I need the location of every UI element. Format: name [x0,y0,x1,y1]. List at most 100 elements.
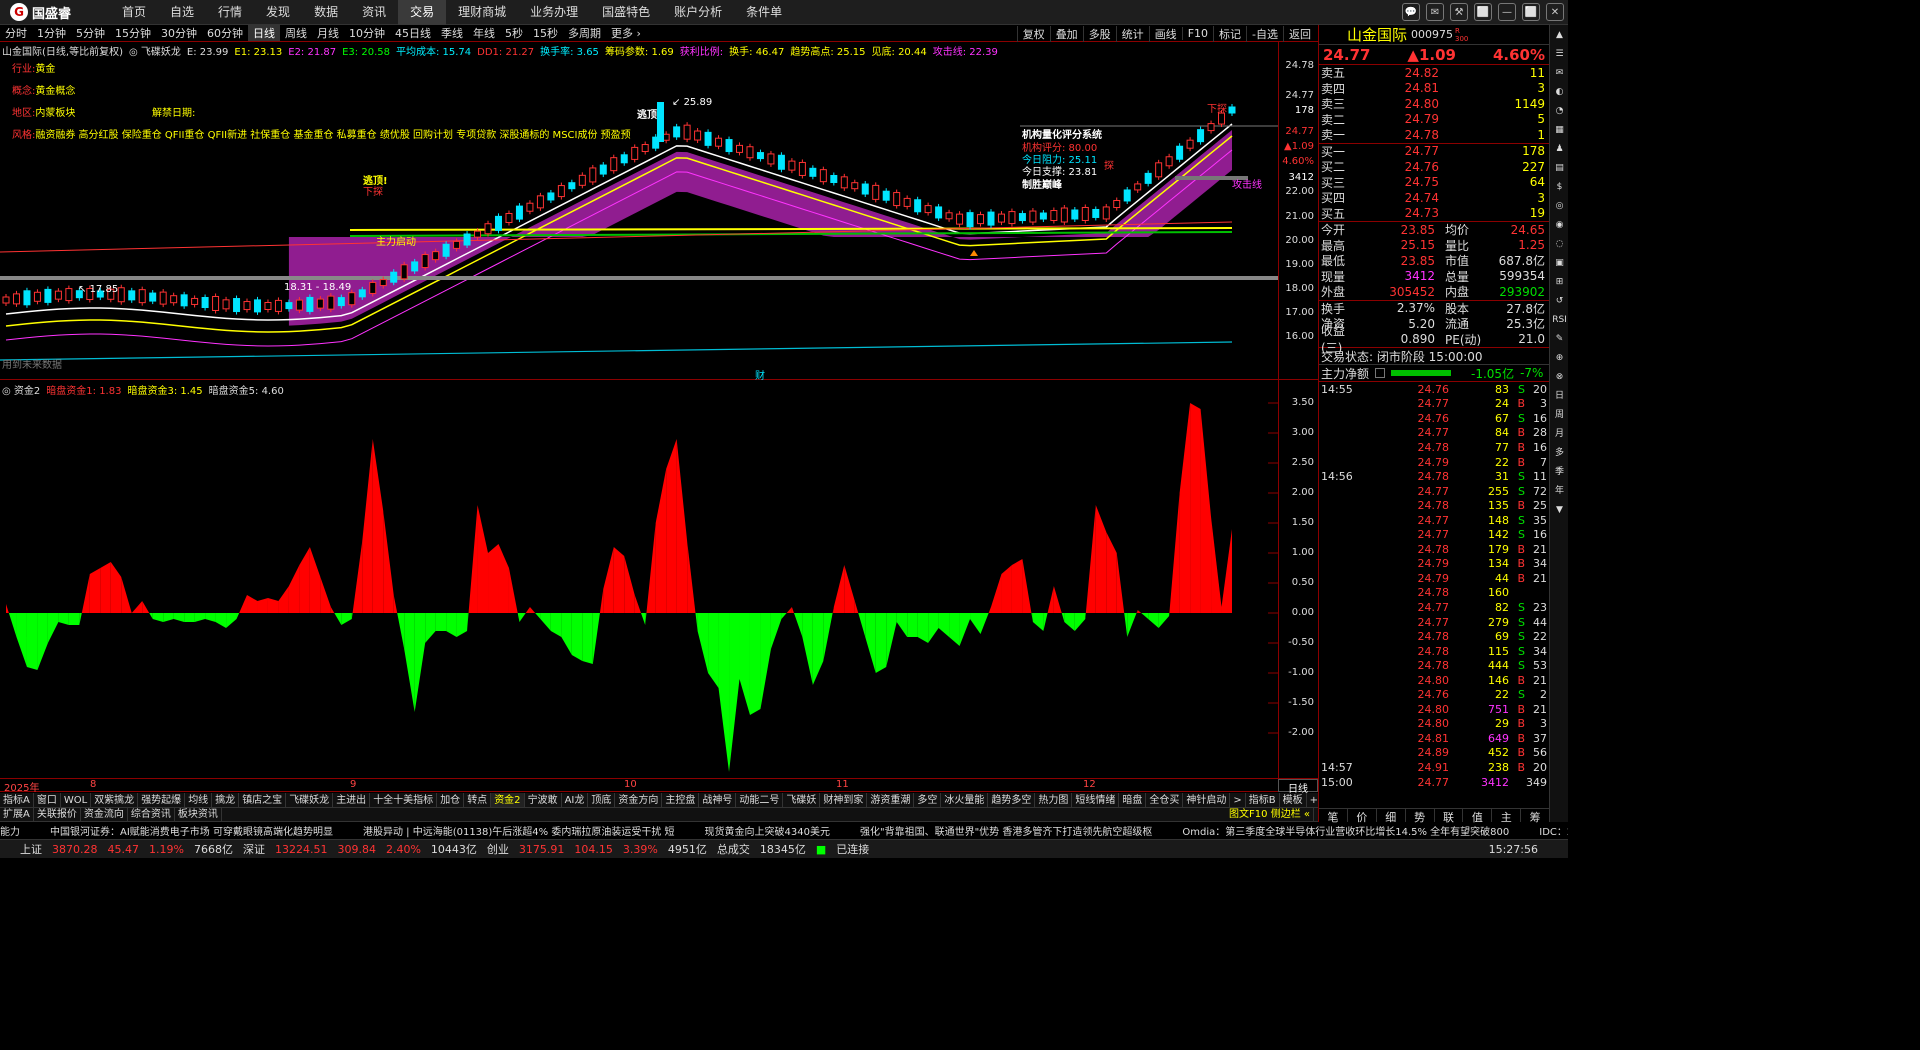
news-item-4[interactable]: 强化"背靠祖国、联通世界"优势 香港多管齐下打造领先航空超级枢 [860,823,1152,838]
sz-label[interactable]: 深证 [243,841,265,857]
extension-tab-1[interactable]: 关联报价 [34,808,81,821]
quote-tab-6[interactable]: 主 [1492,809,1522,824]
period-tab-9[interactable]: 10分钟 [344,25,390,41]
sidebar-icon-8[interactable]: $ [1551,179,1568,196]
period-tab-2[interactable]: 5分钟 [71,25,110,41]
sidebar-icon-18[interactable]: ⊗ [1551,369,1568,386]
sidebar-icon-15[interactable]: RSI [1551,312,1568,329]
indicator-tab-21[interactable]: 飞碟妖 [783,793,821,807]
sidebar-icon-2[interactable]: ✉ [1551,65,1568,82]
sidebar-icon-16[interactable]: ✎ [1551,331,1568,348]
window-control-icon-2[interactable]: ⚒ [1450,3,1468,21]
indicator-tab-28[interactable]: 短线情绪 [1072,793,1120,807]
nav-item-8[interactable]: 业务办理 [518,0,590,25]
quote-tab-4[interactable]: 联 [1435,809,1464,824]
period-tab-8[interactable]: 月线 [312,25,344,41]
period-tab-3[interactable]: 15分钟 [110,25,156,41]
window-control-icon-4[interactable]: — [1498,3,1516,21]
news-item-1[interactable]: 中国银河证券：AI赋能消费电子市场 可穿戴眼镜高端化趋势明显 [50,823,333,838]
finance-marker[interactable]: 财 [755,367,765,382]
period-tab-4[interactable]: 30分钟 [156,25,202,41]
chart-tool-1[interactable]: 叠加 [1049,25,1083,42]
indicator-tab-12[interactable]: 转点 [464,793,492,807]
sh-label[interactable]: 上证 [20,841,42,857]
sidebar-icon-19[interactable]: 日 [1551,388,1568,405]
indicator-tab-32[interactable]: > [1230,793,1246,807]
chart-tool-4[interactable]: 画线 [1148,25,1182,42]
chart-tool-0[interactable]: 复权 [1016,25,1050,42]
window-control-icon-0[interactable]: 💬 [1402,3,1420,21]
indicator-tab-31[interactable]: 神针启动 [1183,793,1231,807]
quote-tab-3[interactable]: 势 [1406,809,1435,824]
indicator-tab-0[interactable]: 指标A [0,793,34,807]
sidebar-icon-14[interactable]: ↺ [1551,293,1568,310]
indicator-tab-15[interactable]: AI龙 [562,793,589,807]
extension-tab-3[interactable]: 综合资讯 [128,808,175,821]
sidebar-icon-25[interactable]: ▼ [1551,502,1568,519]
sidebar-icon-1[interactable]: ☰ [1551,46,1568,63]
sidebar-icon-0[interactable]: ▲ [1551,27,1568,44]
sidebar-icon-11[interactable]: ◌ [1551,236,1568,253]
sidebar-icon-23[interactable]: 季 [1551,464,1568,481]
period-tab-1[interactable]: 1分钟 [32,25,71,41]
period-tab-7[interactable]: 周线 [280,25,312,41]
nav-item-4[interactable]: 数据 [302,0,350,25]
chart-tool-7[interactable]: -自选 [1246,25,1283,42]
indicator-tab-4[interactable]: 强势起爆 [138,793,186,807]
indicator-tab-35[interactable]: + [1307,793,1318,807]
extension-tab-4[interactable]: 板块资讯 [175,808,222,821]
period-label[interactable]: 日线 [1278,779,1318,795]
nav-item-1[interactable]: 自选 [158,0,206,25]
period-tab-5[interactable]: 60分钟 [202,25,248,41]
quote-tab-2[interactable]: 细 [1377,809,1406,824]
period-tab-14[interactable]: 15秒 [528,25,563,41]
window-control-icon-6[interactable]: ✕ [1546,3,1564,21]
period-tab-0[interactable]: 分时 [0,25,32,41]
indicator-tab-25[interactable]: 冰火量能 [941,793,989,807]
sidebar-icon-20[interactable]: 周 [1551,407,1568,424]
sidebar-icon-7[interactable]: ▤ [1551,160,1568,177]
indicator-tab-27[interactable]: 热力图 [1035,793,1073,807]
news-item-3[interactable]: 现货黄金向上突破4340美元 [705,823,830,838]
quote-tab-7[interactable]: 筹 [1521,809,1550,824]
indicator-tab-23[interactable]: 游资重潮 [867,793,915,807]
indicator-tab-24[interactable]: 多空 [914,793,942,807]
period-tab-13[interactable]: 5秒 [500,25,528,41]
nav-item-10[interactable]: 账户分析 [662,0,734,25]
fund-indicator-chart[interactable]: ◎ 资金2 暗盘资金1: 1.83 暗盘资金3: 1.45 暗盘资金5: 4.60 [0,381,1318,779]
sidebar-icon-12[interactable]: ▣ [1551,255,1568,272]
indicator-tab-2[interactable]: WOL [61,793,92,807]
nav-item-6[interactable]: 交易 [398,0,447,25]
quote-tab-1[interactable]: 价 [1348,809,1377,824]
period-tab-10[interactable]: 45日线 [390,25,436,41]
indicator-tab-16[interactable]: 顶底 [588,793,616,807]
sidebar-icon-21[interactable]: 月 [1551,426,1568,443]
indicator-tab-7[interactable]: 镇店之宝 [239,793,287,807]
chart-tool-8[interactable]: 返回 [1283,25,1316,42]
indicator-tab-10[interactable]: 十全十美指标 [370,793,438,807]
sidebar-icon-5[interactable]: ▦ [1551,122,1568,139]
sidebar-icon-9[interactable]: ◎ [1551,198,1568,215]
indicator-tab-33[interactable]: 指标B [1246,793,1280,807]
sidebar-icon-3[interactable]: ◐ [1551,84,1568,101]
nav-item-11[interactable]: 条件单 [734,0,794,25]
indicator-tab-17[interactable]: 资金方向 [615,793,663,807]
window-control-icon-5[interactable]: ⬜ [1522,3,1540,21]
extension-tab-2[interactable]: 资金流向 [81,808,128,821]
period-tab-15[interactable]: 多周期 [563,25,606,41]
indicator-tab-13[interactable]: 资金2 [491,793,525,807]
sidebar-icon-24[interactable]: 年 [1551,483,1568,500]
sidebar-icon-4[interactable]: ◔ [1551,103,1568,120]
news-item-6[interactable]: IDC：2 [1539,823,1568,838]
nav-item-7[interactable]: 理财商城 [446,0,518,25]
period-tab-12[interactable]: 年线 [468,25,500,41]
nav-item-5[interactable]: 资讯 [350,0,398,25]
quote-tab-0[interactable]: 笔 [1319,809,1348,824]
chart-tool-5[interactable]: F10 [1181,27,1213,40]
indicator-tab-34[interactable]: 模板 [1280,793,1307,807]
chart-tool-6[interactable]: 标记 [1213,25,1246,42]
indicator-tab-20[interactable]: 动能二号 [736,793,784,807]
indicator-tab-6[interactable]: 擒龙 [212,793,240,807]
period-tab-16[interactable]: 更多 › [606,25,646,41]
window-control-icon-3[interactable]: ⬜ [1474,3,1492,21]
